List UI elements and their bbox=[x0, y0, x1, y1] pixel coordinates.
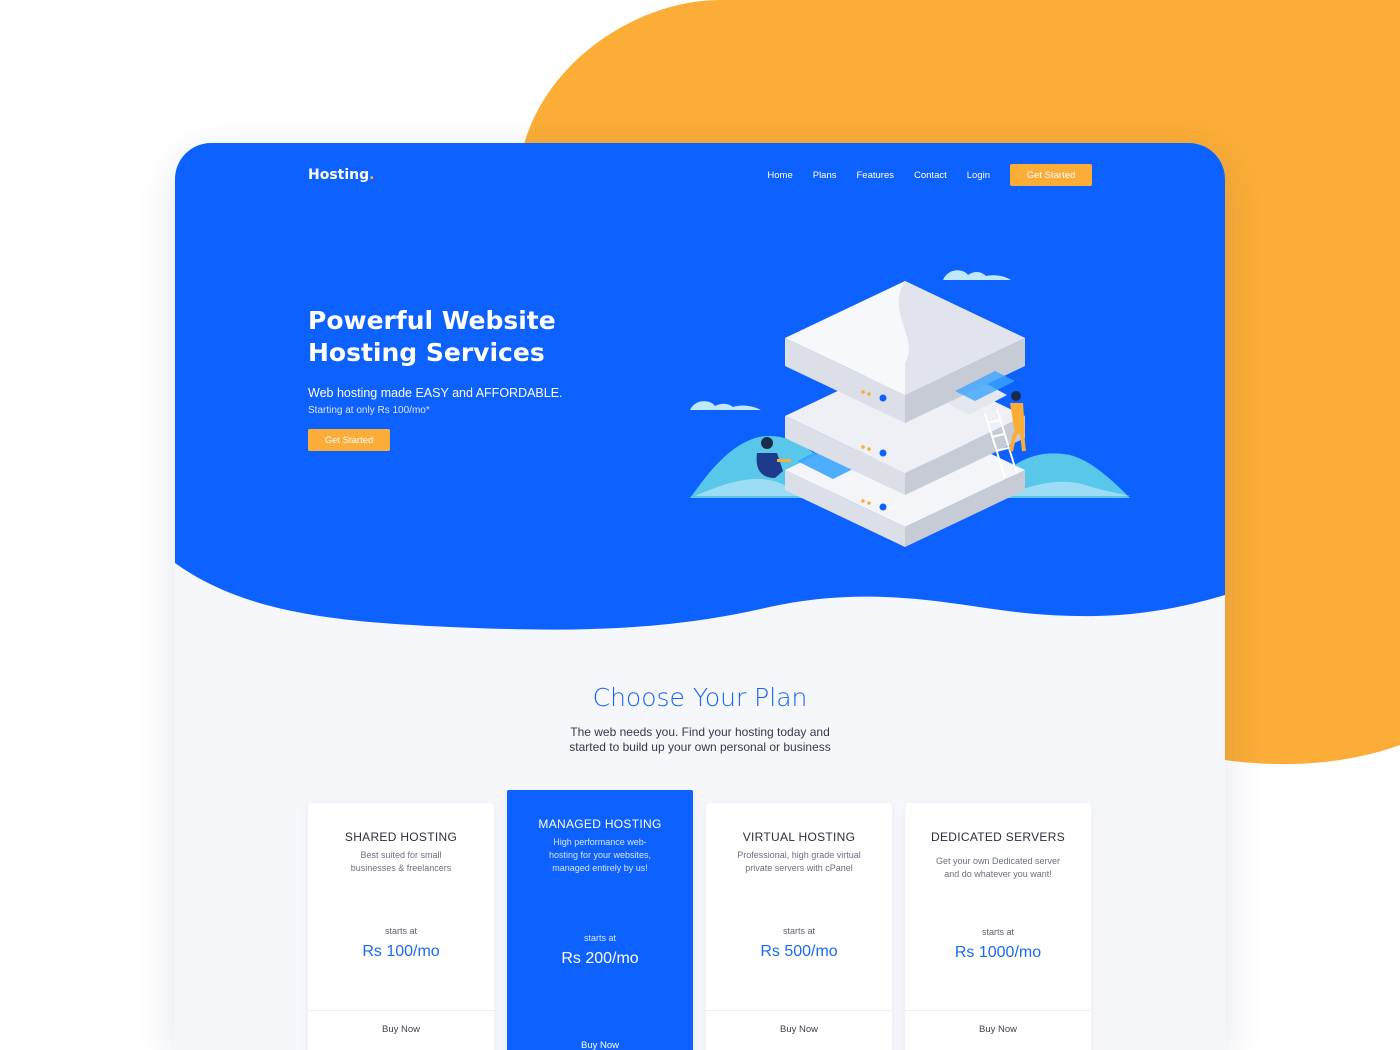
plans-subtitle-line2: started to build up your own personal or… bbox=[569, 740, 831, 754]
plan-description: Best suited for small businesses & freel… bbox=[326, 849, 476, 875]
browser-frame: Hosting. Home Plans Features Contact Log… bbox=[175, 143, 1225, 1050]
plan-desc-line1: Best suited for small bbox=[360, 850, 442, 860]
plan-description: High performance web- hosting for your w… bbox=[525, 836, 675, 875]
plan-card-dedicated: DEDICATED SERVERS Get your own Dedicated… bbox=[905, 803, 1091, 1050]
plan-desc-line1: Get your own Dedicated server bbox=[935, 856, 1061, 866]
plans-subtitle: The web needs you. Find your hosting tod… bbox=[550, 725, 850, 755]
plan-price: Rs 1000/mo bbox=[954, 944, 1042, 961]
nav-login[interactable]: Login bbox=[967, 170, 990, 181]
card-divider bbox=[905, 1010, 1091, 1011]
main-nav: Home Plans Features Contact Login Get St… bbox=[747, 164, 1092, 186]
plan-description: Professional, high grade virtual private… bbox=[724, 849, 874, 875]
plan-name: VIRTUAL HOSTING bbox=[742, 830, 856, 844]
hero-note: Starting at only Rs 100/mo* bbox=[308, 405, 430, 416]
nav-plans[interactable]: Plans bbox=[813, 170, 837, 181]
buy-now-button[interactable]: Buy Now bbox=[706, 1024, 892, 1035]
nav-home[interactable]: Home bbox=[767, 170, 792, 181]
plan-name: SHARED HOSTING bbox=[344, 830, 458, 844]
plan-desc-line3: managed entirely by us! bbox=[552, 863, 648, 873]
plan-starts-label: starts at bbox=[981, 927, 1014, 937]
plan-desc-line1: Professional, high grade virtual bbox=[737, 850, 861, 860]
plan-price: Rs 500/mo bbox=[760, 943, 838, 960]
plan-card-virtual: VIRTUAL HOSTING Professional, high grade… bbox=[706, 803, 892, 1050]
plan-desc-line2: and do whatever you want! bbox=[944, 869, 1052, 879]
hero-title-line2: Hosting Services bbox=[308, 338, 545, 367]
card-divider bbox=[706, 1010, 892, 1011]
server-stack-illustration bbox=[690, 270, 1130, 547]
plan-price: Rs 200/mo bbox=[561, 950, 639, 967]
plan-starts-label: starts at bbox=[583, 933, 616, 943]
plan-name: DEDICATED SERVERS bbox=[930, 830, 1066, 844]
logo-dot: . bbox=[369, 167, 375, 183]
plan-card-managed: MANAGED HOSTING High performance web- ho… bbox=[507, 790, 693, 1050]
logo[interactable]: Hosting. bbox=[308, 167, 374, 183]
plans-title: Choose Your Plan bbox=[592, 683, 808, 712]
hero-get-started-button[interactable]: Get Started bbox=[308, 429, 390, 451]
card-divider bbox=[308, 1010, 494, 1011]
plan-desc-line2: private servers with cPanel bbox=[745, 863, 853, 873]
buy-now-button[interactable]: Buy Now bbox=[507, 1040, 693, 1050]
hero-title: Powerful Website Hosting Services bbox=[308, 305, 608, 369]
plan-desc-line1: High performance web- bbox=[553, 837, 647, 847]
buy-now-button[interactable]: Buy Now bbox=[905, 1024, 1091, 1035]
plan-desc-line2: hosting for your websites, bbox=[548, 850, 652, 860]
plan-desc-line2: businesses & freelancers bbox=[350, 863, 452, 873]
nav-features[interactable]: Features bbox=[857, 170, 895, 181]
logo-text: Hosting bbox=[308, 167, 370, 183]
plan-name: MANAGED HOSTING bbox=[538, 817, 662, 831]
hero-subtitle: Web hosting made EASY and AFFORDABLE. bbox=[308, 386, 563, 400]
hero-title-line1: Powerful Website bbox=[308, 306, 556, 335]
plan-card-shared: SHARED HOSTING Best suited for small bus… bbox=[308, 803, 494, 1050]
plan-price: Rs 100/mo bbox=[362, 943, 440, 960]
header-get-started-button[interactable]: Get Started bbox=[1010, 164, 1092, 186]
buy-now-button[interactable]: Buy Now bbox=[308, 1024, 494, 1035]
plan-description: Get your own Dedicated server and do wha… bbox=[923, 855, 1073, 881]
nav-contact[interactable]: Contact bbox=[914, 170, 947, 181]
plan-starts-label: starts at bbox=[782, 926, 815, 936]
plans-subtitle-line1: The web needs you. Find your hosting tod… bbox=[570, 725, 830, 739]
plan-starts-label: starts at bbox=[384, 926, 417, 936]
